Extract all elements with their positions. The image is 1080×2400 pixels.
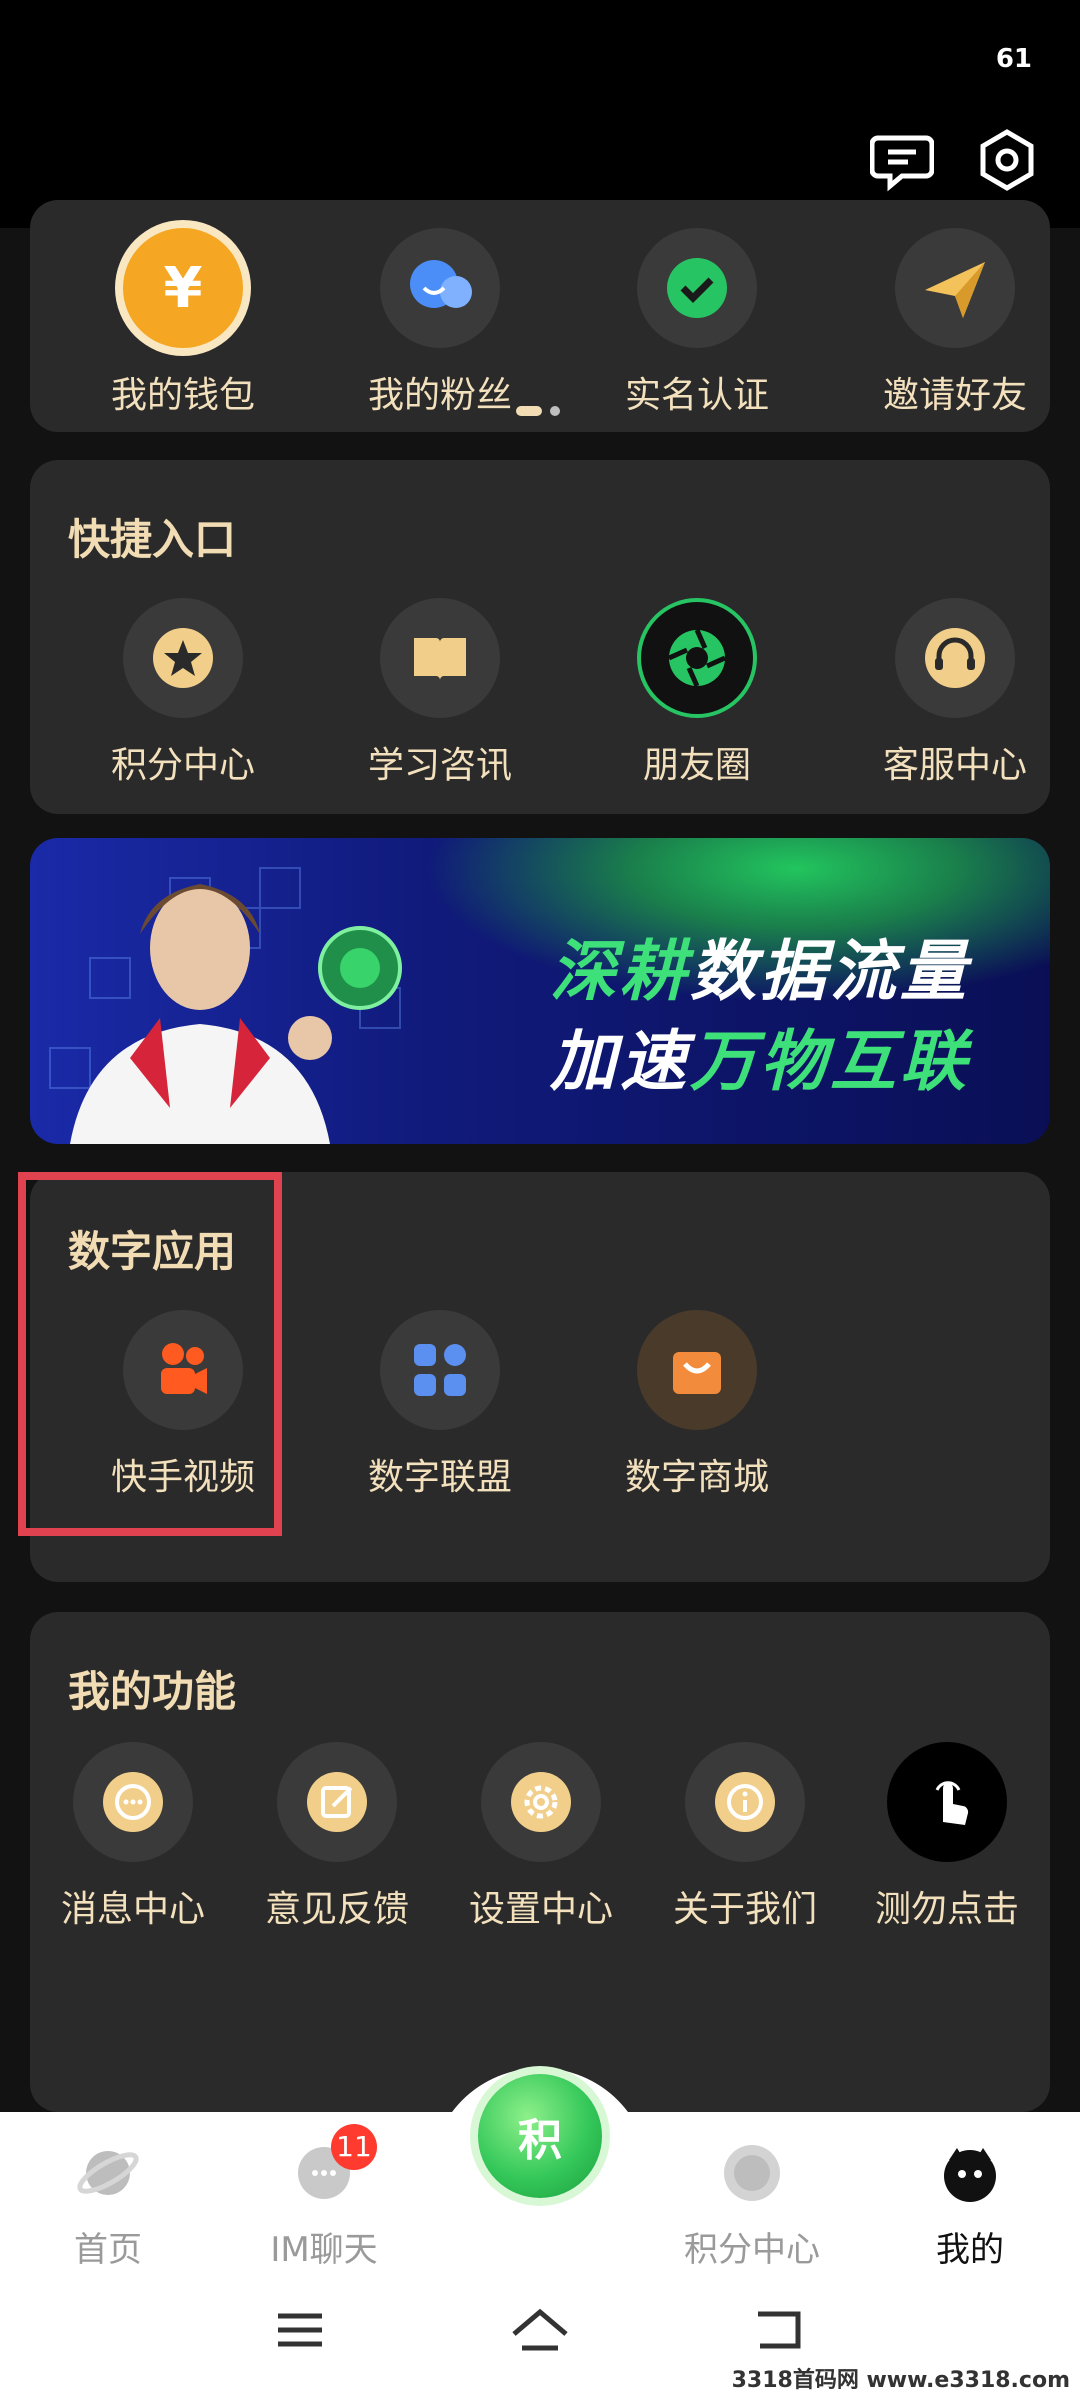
fans-label: 我的粉丝 bbox=[367, 375, 512, 416]
center-points-button[interactable]: 积 bbox=[478, 2074, 602, 2198]
top-bar: 61 bbox=[0, 0, 1080, 228]
banner-text: 加速 bbox=[550, 1023, 690, 1100]
banner-text: 万物互联 bbox=[690, 1023, 970, 1100]
wallet-label: 我的钱包 bbox=[110, 375, 255, 416]
back-icon[interactable] bbox=[740, 2300, 820, 2360]
check-icon bbox=[637, 228, 757, 348]
realname-label: 实名认证 bbox=[624, 375, 769, 416]
gear-icon bbox=[481, 1742, 601, 1862]
highlight-box bbox=[18, 1172, 282, 1536]
nav-home[interactable]: 首页 bbox=[8, 2138, 208, 2271]
settings-center-item[interactable]: 设置中心 bbox=[446, 1742, 636, 1932]
do-not-click-label: 测勿点击 bbox=[874, 1889, 1019, 1930]
settings-center-label: 设置中心 bbox=[468, 1889, 613, 1930]
wallet-item[interactable]: ¥ 我的钱包 bbox=[88, 228, 278, 418]
feedback-item[interactable]: 意见反馈 bbox=[242, 1742, 432, 1932]
menu-icon[interactable] bbox=[260, 2300, 340, 2360]
fans-icon bbox=[380, 228, 500, 348]
digital-mall-item[interactable]: 数字商城 bbox=[602, 1310, 792, 1500]
points-center-item[interactable]: 积分中心 bbox=[88, 598, 278, 788]
invite-item[interactable]: 邀请好友 bbox=[860, 228, 1050, 418]
learning-label: 学习咨讯 bbox=[367, 745, 512, 786]
learning-item[interactable]: 学习咨讯 bbox=[345, 598, 535, 788]
message-center-item[interactable]: 消息中心 bbox=[38, 1742, 228, 1932]
chat-bubble-icon[interactable] bbox=[869, 128, 935, 192]
settings-hex-icon[interactable] bbox=[975, 128, 1039, 192]
my-functions-title: 我的功能 bbox=[68, 1667, 237, 1716]
headset-icon bbox=[895, 598, 1015, 718]
fans-item[interactable]: 我的粉丝 bbox=[345, 228, 535, 418]
quick-entry-title: 快捷入口 bbox=[68, 515, 237, 564]
wallet-card: ¥ 我的钱包 我的粉丝 实名认证 邀请好友 bbox=[30, 200, 1050, 432]
nav-im-chat[interactable]: 11 IM聊天 bbox=[224, 2124, 424, 2271]
digital-alliance-item[interactable]: 数字联盟 bbox=[345, 1310, 535, 1500]
paper-plane-icon bbox=[895, 228, 1015, 348]
invite-label: 邀请好友 bbox=[882, 375, 1027, 416]
star-icon bbox=[123, 598, 243, 718]
digital-mall-label: 数字商城 bbox=[624, 1457, 769, 1498]
promo-banner[interactable]: 深耕数据流量 加速万物互联 bbox=[30, 838, 1050, 1144]
realname-item[interactable]: 实名认证 bbox=[602, 228, 792, 418]
customer-service-item[interactable]: 客服中心 bbox=[860, 598, 1050, 788]
book-icon bbox=[380, 598, 500, 718]
nav-points-center[interactable]: 积分中心 bbox=[652, 2138, 852, 2271]
battery-level: 61 bbox=[995, 44, 1032, 74]
page-indicator bbox=[516, 400, 568, 419]
about-us-label: 关于我们 bbox=[672, 1889, 817, 1930]
center-button-label: 积 bbox=[518, 2115, 562, 2166]
tap-icon bbox=[887, 1742, 1007, 1862]
watermark: 3318首码网 www.e3318.com bbox=[731, 2368, 1070, 2393]
moments-item[interactable]: 朋友圈 bbox=[602, 598, 792, 788]
chat-icon: 11 bbox=[289, 2124, 377, 2208]
moments-label: 朋友圈 bbox=[642, 745, 751, 786]
my-functions-card: 我的功能 消息中心 意见反馈 设置中心 关于我们 测勿点击 bbox=[30, 1612, 1050, 2112]
nav-points-center-label: 积分中心 bbox=[684, 2230, 820, 2270]
nav-home-label: 首页 bbox=[74, 2230, 142, 2270]
yuan-icon: ¥ bbox=[123, 228, 243, 348]
do-not-click-item[interactable]: 测勿点击 bbox=[852, 1742, 1042, 1932]
banner-headline-1: 深耕数据流量 bbox=[550, 918, 970, 1014]
profile-face-icon bbox=[935, 2138, 1005, 2208]
edit-icon bbox=[277, 1742, 397, 1862]
banner-text: 数据流量 bbox=[690, 933, 970, 1010]
points-center-label: 积分中心 bbox=[110, 745, 255, 786]
nav-im-chat-label: IM聊天 bbox=[270, 2230, 378, 2270]
info-icon bbox=[685, 1742, 805, 1862]
about-us-item[interactable]: 关于我们 bbox=[650, 1742, 840, 1932]
message-icon bbox=[73, 1742, 193, 1862]
points-coin-icon bbox=[717, 2138, 787, 2208]
digital-alliance-label: 数字联盟 bbox=[367, 1457, 512, 1498]
nav-mine-label: 我的 bbox=[936, 2230, 1004, 2270]
banner-text: 深耕 bbox=[550, 933, 690, 1010]
grid-icon bbox=[380, 1310, 500, 1430]
page-dot bbox=[550, 405, 560, 416]
camera-aperture-icon bbox=[637, 598, 757, 718]
home-icon[interactable] bbox=[500, 2300, 580, 2360]
shopping-bag-icon bbox=[637, 1310, 757, 1430]
banner-headline-2: 加速万物互联 bbox=[550, 1008, 970, 1104]
customer-service-label: 客服中心 bbox=[882, 745, 1027, 786]
page-dot-active bbox=[516, 405, 542, 416]
nav-mine[interactable]: 我的 bbox=[870, 2138, 1070, 2271]
feedback-label: 意见反馈 bbox=[264, 1889, 409, 1930]
planet-icon bbox=[73, 2138, 143, 2208]
unread-badge: 11 bbox=[331, 2124, 377, 2170]
quick-entry-card: 快捷入口 积分中心 学习咨讯 朋友圈 客服中心 bbox=[30, 460, 1050, 814]
message-center-label: 消息中心 bbox=[60, 1889, 205, 1930]
